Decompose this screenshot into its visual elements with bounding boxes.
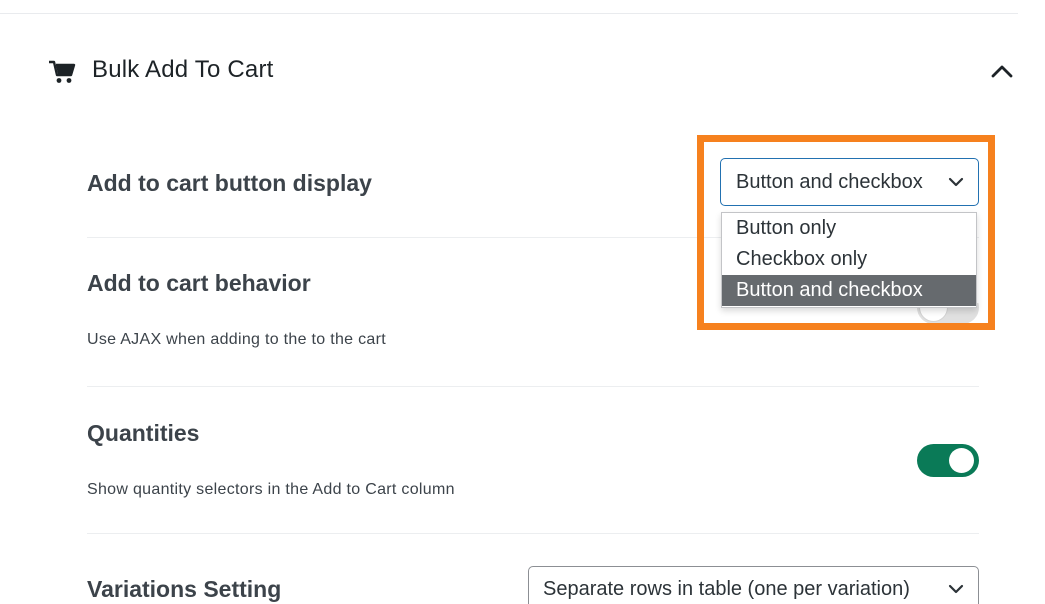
section-header: Bulk Add To Cart (48, 50, 1018, 90)
variations-select[interactable]: Separate rows in table (one per variatio… (528, 566, 979, 604)
display-select[interactable]: Button and checkbox (720, 158, 979, 206)
chevron-down-icon (948, 584, 964, 594)
section-title: Bulk Add To Cart (92, 56, 274, 83)
variations-select-value: Separate rows in table (one per variatio… (543, 577, 910, 600)
chevron-down-icon (948, 177, 964, 187)
option-button-and-checkbox[interactable]: Button and checkbox (722, 275, 976, 306)
cart-icon (48, 59, 76, 85)
option-button-only[interactable]: Button only (722, 213, 976, 244)
option-checkbox-only[interactable]: Checkbox only (722, 244, 976, 275)
top-divider (0, 13, 1018, 14)
variations-label: Variations Setting (87, 576, 282, 602)
behavior-label: Add to cart behavior (87, 270, 311, 296)
row-divider (87, 533, 979, 534)
quantities-description: Show quantity selectors in the Add to Ca… (87, 481, 455, 498)
quantities-toggle[interactable] (917, 444, 979, 477)
display-select-value: Button and checkbox (736, 170, 923, 193)
collapse-button[interactable] (986, 58, 1018, 86)
toggle-knob (949, 448, 974, 473)
row-divider (87, 386, 979, 387)
chevron-up-icon (991, 65, 1013, 77)
behavior-description: Use AJAX when adding to the to the cart (87, 331, 386, 348)
display-label: Add to cart button display (87, 170, 372, 196)
quantities-label: Quantities (87, 420, 200, 446)
display-options-list: Button only Checkbox only Button and che… (721, 212, 977, 308)
